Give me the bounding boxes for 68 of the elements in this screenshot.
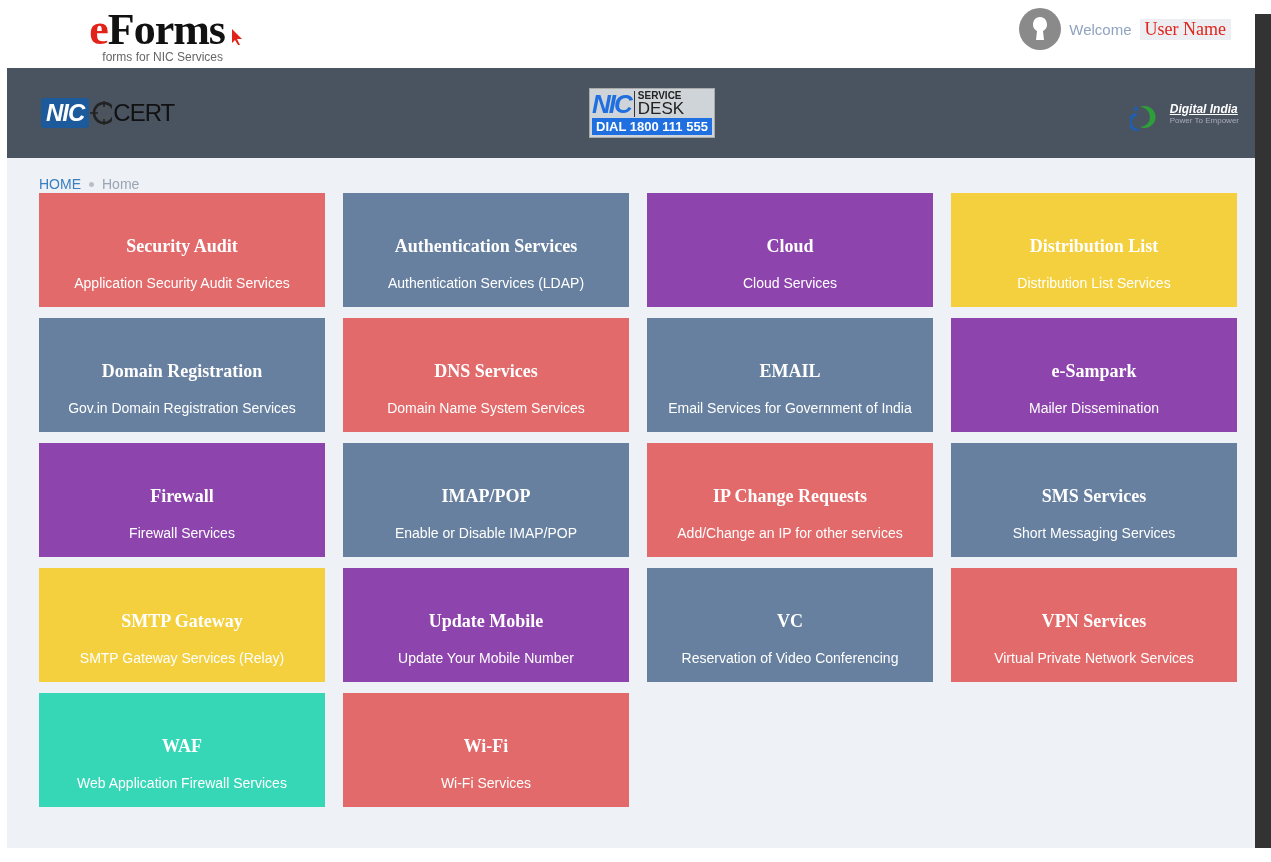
service-tile[interactable]: SMS Services Short Messaging Services: [951, 443, 1237, 557]
digital-india-tagline: Power To Empower: [1169, 115, 1239, 125]
tile-title: Firewall: [150, 485, 214, 507]
nic-logo: NIC: [592, 91, 631, 117]
tile-subtitle: Virtual Private Network Services: [994, 649, 1194, 667]
service-tile[interactable]: Firewall Firewall Services: [39, 443, 325, 557]
tile-subtitle: Update Your Mobile Number: [398, 649, 574, 667]
cursor-icon: [231, 28, 243, 46]
tile-subtitle: Short Messaging Services: [1012, 524, 1176, 542]
tile-title: VPN Services: [1041, 610, 1147, 632]
tile-subtitle: Domain Name System Services: [387, 399, 585, 417]
tile-subtitle: Authentication Services (LDAP): [387, 274, 585, 292]
service-tile[interactable]: Authentication Services Authentication Services (LDAP): [343, 193, 629, 307]
tile-subtitle: Cloud Services: [742, 274, 838, 292]
tile-subtitle: Gov.in Domain Registration Services: [68, 399, 296, 417]
tile-title: Distribution List: [1029, 235, 1159, 257]
tile-subtitle: Wi-Fi Services: [440, 774, 532, 792]
tile-title: EMAIL: [759, 360, 821, 382]
service-tile[interactable]: IP Change Requests Add/Change an IP for other services: [647, 443, 933, 557]
breadcrumb-current: Home: [102, 176, 140, 192]
service-tile[interactable]: e-Sampark Mailer Dissemination: [951, 318, 1237, 432]
tile-title: WAF: [162, 735, 202, 757]
breadcrumb-link[interactable]: HOME: [39, 176, 81, 192]
tile-subtitle: Add/Change an IP for other services: [677, 524, 903, 542]
service-tile[interactable]: Update Mobile Update Your Mobile Number: [343, 568, 629, 682]
user-name: User Name: [1139, 18, 1231, 40]
tile-title: Domain Registration: [101, 360, 263, 382]
tile-subtitle: SMTP Gateway Services (Relay): [79, 649, 285, 667]
digital-india-title: Digital India: [1169, 101, 1239, 116]
eforms-logo: eForms: [89, 10, 225, 50]
tile-title: DNS Services: [434, 360, 538, 382]
tile-title: e-Sampark: [1051, 360, 1137, 382]
tile-title: Security Audit: [126, 235, 238, 257]
tile-title: IMAP/POP: [441, 485, 531, 507]
service-tile[interactable]: EMAIL Email Services for Government of India: [647, 318, 933, 432]
logo-tagline: forms for NIC Services: [102, 50, 223, 64]
tile-title: Cloud: [766, 235, 814, 257]
service-tile[interactable]: Security Audit Application Security Audit Services: [39, 193, 325, 307]
tile-title: Update Mobile: [428, 610, 544, 632]
service-tile[interactable]: VC Reservation of Video Conferencing: [647, 568, 933, 682]
service-tile[interactable]: IMAP/POP Enable or Disable IMAP/POP: [343, 443, 629, 557]
service-tile[interactable]: Domain Registration Gov.in Domain Registration Services: [39, 318, 325, 432]
cert-logo: CERT: [113, 99, 175, 127]
tile-title: VC: [777, 610, 803, 632]
service-tile[interactable]: Cloud Cloud Services: [647, 193, 933, 307]
tile-title: SMTP Gateway: [121, 610, 243, 632]
tile-subtitle: Reservation of Video Conferencing: [681, 649, 899, 667]
service-tile[interactable]: Wi-Fi Wi-Fi Services: [343, 693, 629, 807]
tile-title: IP Change Requests: [713, 485, 867, 507]
tile-subtitle: Mailer Dissemination: [1029, 399, 1159, 417]
tile-title: SMS Services: [1041, 485, 1147, 507]
tile-subtitle: Firewall Services: [129, 524, 235, 542]
service-tile[interactable]: VPN Services Virtual Private Network Services: [951, 568, 1237, 682]
desk-label: DESK: [637, 101, 685, 117]
nic-logo: NIC: [41, 98, 90, 128]
service-tile[interactable]: DNS Services Domain Name System Services: [343, 318, 629, 432]
tile-title: Wi-Fi: [463, 735, 509, 757]
service-label: SERVICE: [637, 91, 683, 101]
welcome-text: Welcome: [1069, 20, 1132, 38]
tile-title: Authentication Services: [394, 235, 578, 257]
tile-subtitle: Web Application Firewall Services: [77, 774, 287, 792]
user-avatar-icon: [1019, 8, 1062, 50]
tile-subtitle: Enable or Disable IMAP/POP: [394, 524, 578, 542]
tile-subtitle: Email Services for Government of India: [668, 399, 912, 417]
dial-number: DIAL 1800 111 555: [592, 118, 712, 135]
tile-subtitle: Distribution List Services: [1017, 274, 1171, 292]
tile-subtitle: Application Security Audit Services: [74, 274, 290, 292]
crosshair-icon: [90, 99, 113, 127]
